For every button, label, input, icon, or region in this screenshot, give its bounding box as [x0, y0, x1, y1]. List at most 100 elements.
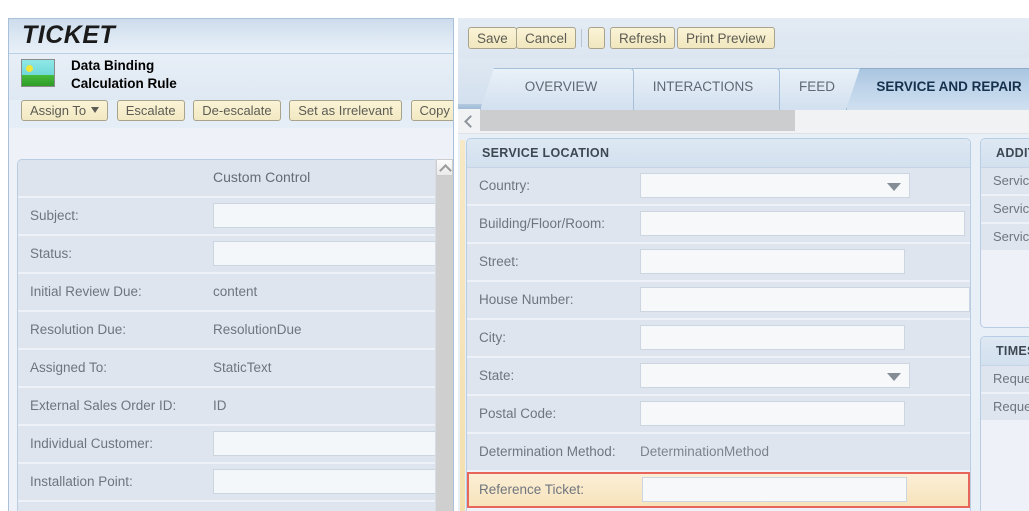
tab-service-and-repair[interactable]: SERVICE AND REPAIR	[846, 68, 1029, 110]
row-state: State:	[467, 358, 970, 394]
additional-panel: ADDITIONAL Service... Service... Service…	[980, 138, 1029, 328]
print-preview-button[interactable]: Print Preview	[677, 27, 775, 49]
main-toolbar: Save Cancel Refresh Print Preview	[458, 18, 1029, 58]
form-row-warranty: Warranty: WarrantyDescription	[18, 502, 446, 511]
status-label: Status:	[30, 246, 73, 261]
row-building-floor-room: Building/Floor/Room:	[467, 206, 970, 242]
subject-input[interactable]	[213, 203, 446, 228]
street-input[interactable]	[640, 249, 905, 274]
ticket-detail-form: Custom Control Subject: Status: Initial …	[17, 159, 447, 511]
service-location-panel: SERVICE LOCATION Country: Building/Floor…	[466, 138, 971, 511]
tab-overview-label: OVERVIEW	[524, 79, 598, 94]
external-sales-order-id-label: External Sales Order ID:	[30, 398, 177, 413]
row-postal-code: Postal Code:	[467, 396, 970, 432]
row-street: Street:	[467, 244, 970, 280]
ticket-action-bar: Assign To Escalate De-escalate Set as Ir…	[9, 100, 453, 128]
row-country: Country:	[467, 168, 970, 204]
determination-method-label: Determination Method:	[479, 444, 616, 459]
form-row-external-sales-order-id: External Sales Order ID: ID	[18, 388, 446, 424]
ticket-left-panel: TICKET Data Binding Calculation Rule Ass…	[8, 18, 454, 511]
chevron-down-icon	[887, 183, 901, 191]
row-reference-ticket: Reference Ticket:	[467, 472, 970, 508]
additional-row-3: Service...	[981, 224, 1029, 250]
tab-content: SERVICE LOCATION Country: Building/Floor…	[458, 134, 1029, 511]
postal-code-label: Postal Code:	[479, 406, 557, 421]
scrollbar-thumb[interactable]	[480, 110, 795, 131]
page-title: TICKET	[22, 21, 116, 49]
assign-to-label: Assign To	[30, 103, 87, 118]
city-label: City:	[479, 330, 506, 345]
additional-panel-title-text: ADDITIONAL	[996, 146, 1029, 160]
cancel-button[interactable]: Cancel	[516, 27, 577, 49]
subtitle-data-binding: Data Binding	[71, 58, 155, 73]
individual-customer-label: Individual Customer:	[30, 436, 154, 451]
image-thumbnail-icon	[21, 59, 55, 87]
chevron-down-icon	[91, 107, 100, 113]
status-input[interactable]	[213, 241, 446, 266]
determination-method-value: DeterminationMethod	[640, 444, 770, 459]
form-header-row: Custom Control	[18, 160, 446, 196]
blank-toolbar-button[interactable]	[588, 27, 605, 49]
tab-interactions-label: INTERACTIONS	[652, 79, 754, 94]
building-floor-room-input[interactable]	[640, 211, 965, 236]
refresh-button[interactable]: Refresh	[610, 27, 676, 49]
set-as-irrelevant-button[interactable]: Set as Irrelevant	[289, 100, 402, 121]
reference-ticket-label: Reference Ticket:	[479, 482, 585, 497]
scroll-up-button[interactable]	[436, 159, 453, 177]
individual-customer-input[interactable]	[213, 431, 446, 456]
form-row-status: Status:	[18, 236, 446, 272]
horizontal-scrollbar[interactable]	[458, 109, 1029, 134]
copy-button[interactable]: Copy	[410, 100, 453, 121]
installation-point-label: Installation Point:	[30, 474, 133, 489]
additional-panel-title: ADDITIONAL	[981, 139, 1029, 168]
service-location-title: SERVICE LOCATION	[467, 139, 970, 168]
state-label: State:	[479, 368, 515, 383]
tab-overview[interactable]: OVERVIEW	[480, 68, 634, 110]
city-input[interactable]	[640, 325, 905, 350]
assigned-to-label: Assigned To:	[30, 360, 108, 375]
building-floor-room-label: Building/Floor/Room:	[479, 216, 606, 231]
ticket-subheader: Data Binding Calculation Rule	[9, 54, 453, 100]
house-number-label: House Number:	[479, 292, 574, 307]
initial-review-due-value: content	[213, 284, 258, 299]
subtitle-calculation-rule: Calculation Rule	[71, 76, 177, 91]
form-row-assigned-to: Assigned To: StaticText	[18, 350, 446, 386]
service-location-title-text: SERVICE LOCATION	[482, 146, 610, 160]
tab-service-and-repair-label: SERVICE AND REPAIR	[876, 79, 1022, 94]
service-repair-workarea: Save Cancel Refresh Print Preview OVERVI…	[458, 18, 1029, 511]
chevron-left-icon	[464, 115, 477, 128]
resolution-due-label: Resolution Due:	[30, 322, 127, 337]
postal-code-input[interactable]	[640, 401, 905, 426]
ticket-header: TICKET	[9, 19, 453, 54]
scroll-left-button[interactable]	[461, 112, 477, 130]
reference-ticket-input[interactable]	[642, 477, 907, 502]
toolbar-divider	[581, 29, 582, 47]
form-row-resolution-due: Resolution Due: ResolutionDue	[18, 312, 446, 348]
installation-point-input[interactable]	[213, 469, 446, 494]
house-number-input[interactable]	[640, 287, 970, 312]
street-label: Street:	[479, 254, 519, 269]
escalate-button[interactable]: Escalate	[116, 100, 185, 121]
form-row-subject: Subject:	[18, 198, 446, 234]
left-panel-scrollbar[interactable]	[435, 159, 453, 511]
row-city: City:	[467, 320, 970, 356]
tab-interactions[interactable]: INTERACTIONS	[618, 68, 780, 110]
row-house-number: House Number:	[467, 282, 970, 318]
additional-row-1-label: Service...	[993, 173, 1029, 188]
chevron-down-icon	[887, 373, 901, 381]
tab-bar: OVERVIEW INTERACTIONS FEED SERVICE AND R…	[458, 58, 1029, 110]
save-button[interactable]: Save	[468, 27, 517, 49]
form-row-installation-point: Installation Point:	[18, 464, 446, 500]
additional-row-1: Service...	[981, 168, 1029, 194]
country-dropdown[interactable]	[640, 173, 910, 198]
timestamps-row-1: Requested...	[981, 366, 1029, 392]
timestamps-row-1-label: Requested...	[993, 371, 1029, 386]
state-dropdown[interactable]	[640, 363, 910, 388]
external-sales-order-id-value: ID	[213, 398, 227, 413]
assign-to-button[interactable]: Assign To	[21, 100, 109, 121]
initial-review-due-label: Initial Review Due:	[30, 284, 142, 299]
timestamps-panel-title-text: TIMESTAMPS	[996, 344, 1029, 358]
resolution-due-value: ResolutionDue	[213, 322, 302, 337]
de-escalate-button[interactable]: De-escalate	[193, 100, 281, 121]
timestamps-panel: TIMESTAMPS Requested... Requested...	[980, 336, 1029, 511]
